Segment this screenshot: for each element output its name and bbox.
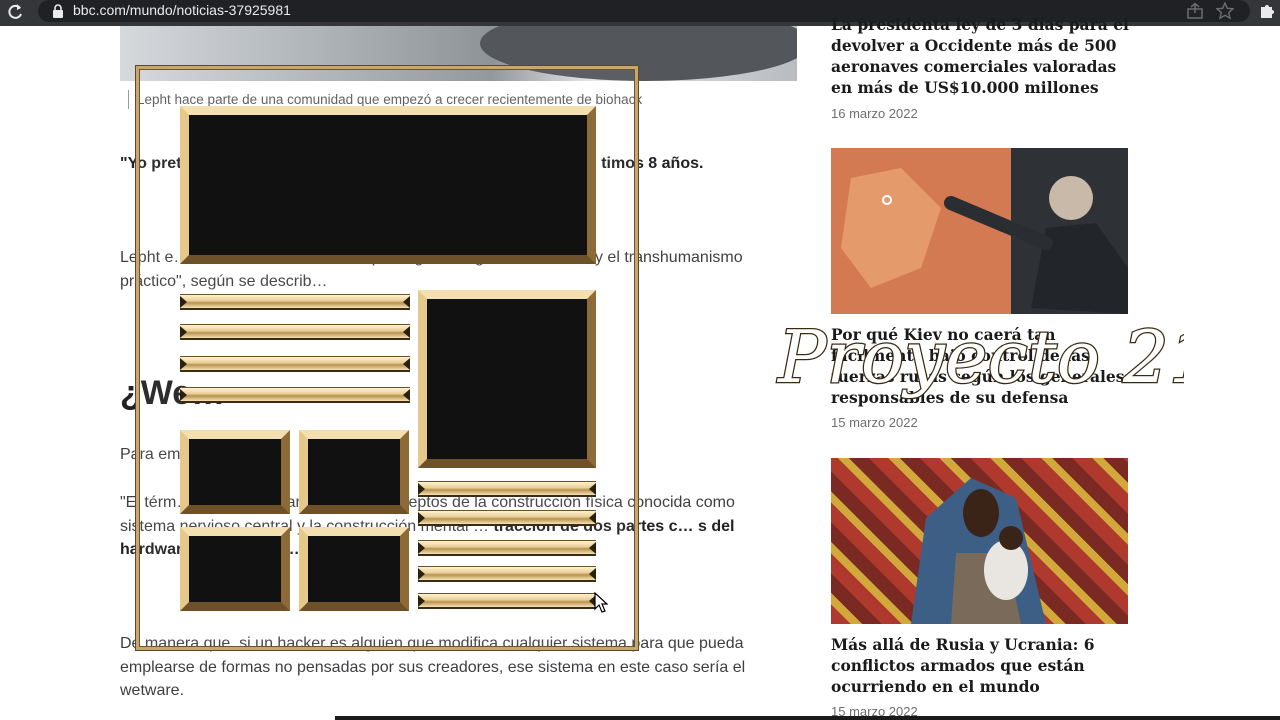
overlay-tile-1 <box>180 430 290 514</box>
overlay-tile-3 <box>180 527 290 611</box>
overlay-panel-main <box>180 106 596 264</box>
overlay-bar-1 <box>180 294 410 310</box>
sidebar-item-date-1: 16 marzo 2022 <box>831 106 918 121</box>
lock-icon[interactable] <box>52 4 64 18</box>
overlay-bar-8 <box>418 566 596 582</box>
sidebar-item-date-2: 15 marzo 2022 <box>831 415 918 430</box>
overlay-tile-2 <box>299 430 409 514</box>
bottom-edge-bar <box>335 716 1280 720</box>
overlay-bar-5 <box>418 481 596 497</box>
overlay-bar-6 <box>418 510 596 526</box>
share-icon[interactable] <box>1186 3 1204 19</box>
sidebar-item-title-1[interactable]: La presidenta ley de 3 días para el devo… <box>831 14 1141 98</box>
mouse-cursor-icon <box>594 592 608 613</box>
overlay-tile-4 <box>299 527 409 611</box>
mother-child-photo <box>911 478 1046 624</box>
sidebar-item-title-3[interactable]: Más allá de Rusia y Ucrania: 6 conflicto… <box>831 634 1141 697</box>
watermark-logo: Proyecto 21 <box>775 314 1184 401</box>
overlay-bar-4 <box>180 387 410 403</box>
bookmark-star-icon[interactable] <box>1216 2 1234 20</box>
overlay-bar-2 <box>180 324 410 340</box>
puzzle-icon[interactable] <box>1258 2 1276 20</box>
overlay-panel-square <box>418 290 596 468</box>
overlay-bar-9 <box>418 593 596 609</box>
url-text[interactable]: bbc.com/mundo/noticias-37925981 <box>73 2 291 18</box>
reload-icon[interactable] <box>6 1 24 23</box>
sidebar-image-conflicts[interactable] <box>831 458 1128 624</box>
watermark-text: Proyecto 21 <box>776 315 1184 399</box>
overlay-bar-7 <box>418 540 596 556</box>
overlay-bar-3 <box>180 356 410 372</box>
